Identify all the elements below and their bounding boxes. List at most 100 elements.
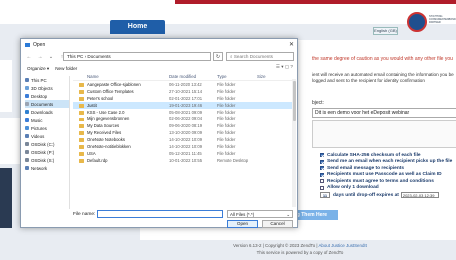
language-selector[interactable]: English (GB): [373, 27, 398, 35]
caution-note: the same degree of caution as you would …: [312, 56, 453, 62]
file-row[interactable]: KSS - Use Case 2.0 05-08-2021 09:09 File f…: [73, 109, 295, 116]
file-name: Mijn gegevensbronnen: [73, 116, 169, 122]
nav-item[interactable]: Downloads: [25, 108, 69, 116]
days-input[interactable]: 11: [320, 192, 330, 198]
nav-item-label: Pictures: [31, 125, 47, 131]
expiry-date-input[interactable]: 2023-02-03 12:39: [400, 192, 439, 198]
nav-item[interactable]: Videos: [25, 132, 69, 140]
file-row[interactable]: Aangepaste Office-sjablonen 06-11-2020 13…: [73, 81, 295, 88]
organize-menu[interactable]: Organize ▾: [27, 66, 49, 72]
notify-pickup-checkbox[interactable]: [320, 159, 324, 164]
file-name: Aangepaste Office-sjablonen: [73, 82, 169, 87]
nav-item-label: Music: [31, 117, 43, 123]
info-text: ient will receive an automated email con…: [312, 72, 454, 83]
nav-item-label: OSDisk (P:): [31, 149, 55, 155]
nav-item[interactable]: Desktop: [25, 92, 69, 100]
scrollbar[interactable]: [292, 79, 296, 207]
file-row[interactable]: OneNote Notebooks 14-10-2022 10:09 File fo…: [73, 136, 295, 143]
file-list: Name Date modified Type Size Aangepaste …: [73, 73, 295, 209]
folder-icon: [79, 131, 84, 136]
file-name: My Data Sources: [73, 123, 169, 129]
scrollbar-thumb[interactable]: [292, 81, 296, 121]
file-row[interactable]: My Received Files 13-10-2020 09:09 File fo…: [73, 129, 295, 136]
folder-icon: [79, 110, 84, 115]
file-name-input[interactable]: [97, 210, 223, 218]
nav-item[interactable]: OSDisk (P:): [25, 148, 69, 156]
folder-icon: [79, 152, 84, 156]
column-date[interactable]: Date modified: [169, 74, 217, 79]
file-type-filter[interactable]: All Files (*.*) ⌄: [227, 210, 293, 218]
message-textarea[interactable]: [312, 120, 456, 148]
search-input[interactable]: ⌕ Search Documents: [226, 52, 294, 61]
subject-input[interactable]: Dit is een demo voor het eDeposit webina…: [312, 108, 456, 118]
recent-chevron-icon[interactable]: ⌄: [48, 54, 54, 60]
file-name: KSS - Use Case 2.0: [73, 110, 169, 115]
folder-icon: [79, 83, 84, 87]
file-type: File folder: [217, 130, 236, 136]
file-row[interactable]: Justit 19-01-2023 19:46 File folder: [73, 101, 295, 109]
new-folder-button[interactable]: New folder: [55, 66, 77, 71]
cancel-button[interactable]: Cancel: [262, 220, 293, 228]
terms-checkbox[interactable]: [320, 179, 324, 184]
file-row[interactable]: Mijn gegevensbronnen 02-06-2022 09:04 File…: [73, 115, 295, 122]
file-date: 19-01-2023 19:46: [169, 102, 203, 108]
home-tab[interactable]: Home: [110, 20, 165, 34]
chevron-down-icon: ⌄: [286, 212, 290, 217]
file-date: 06-11-2020 13:42: [169, 81, 202, 87]
file-type: File folder: [217, 109, 236, 115]
file-date: 05-12-2021 11:45: [169, 150, 202, 156]
close-icon[interactable]: ✕: [289, 41, 294, 48]
file-row[interactable]: My Data Sources 09-06-2020 08:19 File fold…: [73, 122, 295, 129]
file-row[interactable]: Default.rdp 10-01-2022 10:55 Remote Deskto…: [73, 157, 295, 164]
address-bar[interactable]: This PC › Documents: [63, 52, 211, 61]
folder-icon: [79, 138, 84, 143]
option-label: Recipients must use Passcode as well as …: [327, 172, 442, 178]
back-arrow-icon[interactable]: ←: [26, 54, 32, 60]
email-recipients-checkbox[interactable]: [320, 166, 324, 171]
file-row[interactable]: OneNote-notitieblokken 14-10-2022 10:09 Fi…: [73, 143, 295, 150]
file-type: File folder: [217, 150, 236, 156]
file-type: File folder: [217, 137, 236, 143]
option-label: Recipients must agree to terms and condi…: [327, 178, 434, 184]
dialog-titlebar[interactable]: Open ✕: [21, 39, 297, 50]
file-name: Peter's school: [73, 96, 169, 101]
single-download-checkbox[interactable]: [320, 185, 324, 190]
refresh-icon[interactable]: ↻: [213, 52, 223, 61]
nav-item[interactable]: Music: [25, 116, 69, 124]
passcode-checkbox[interactable]: [320, 172, 324, 177]
column-size[interactable]: Size: [257, 74, 287, 79]
forward-arrow-icon[interactable]: →: [37, 54, 43, 60]
file-name-text: OneNote Notebooks: [87, 137, 125, 143]
location-icon: [25, 166, 29, 170]
folder-icon: [79, 103, 84, 108]
view-options-icon[interactable]: ☰ ▾ ▢ ?: [276, 64, 293, 70]
file-name-text: Justit: [87, 102, 97, 108]
nav-item[interactable]: This PC: [25, 76, 69, 84]
option-notify-pickup[interactable]: Send me an email when each recipient pic…: [320, 159, 456, 166]
file-name-text: KSS - Use Case 2.0: [87, 109, 125, 115]
file-name-text: OneNote-notitieblokken: [87, 143, 131, 149]
file-row[interactable]: Peter's school 02-01-2022 17:01 File folde…: [73, 95, 295, 102]
file-type: File folder: [217, 81, 236, 87]
nav-item[interactable]: 3D Objects: [25, 84, 69, 92]
nav-item[interactable]: OSDisk (S:): [25, 156, 69, 164]
location-icon: [25, 126, 29, 130]
file-row[interactable]: Custom Office Templates 27-10-2021 15:14 F…: [73, 88, 295, 95]
column-name[interactable]: Name: [73, 74, 169, 79]
nav-item[interactable]: Documents: [25, 100, 69, 108]
footer-about-link[interactable]: About Justice JustSendIt: [319, 243, 367, 248]
option-passcode[interactable]: Recipients must use Passcode as well as …: [320, 172, 456, 179]
folder-icon: [79, 96, 84, 101]
nav-item[interactable]: Pictures: [25, 124, 69, 132]
file-row[interactable]: USA 05-12-2021 11:45 File folder: [73, 150, 295, 157]
column-type[interactable]: Type: [217, 74, 257, 79]
sha256-checkbox[interactable]: [320, 153, 324, 158]
nav-item[interactable]: OSDisk (C:): [25, 140, 69, 148]
nav-item[interactable]: Network: [25, 164, 69, 172]
file-name-text: Custom Office Templates: [87, 88, 134, 94]
background-window-edge: [0, 168, 12, 228]
location-icon: [25, 94, 29, 98]
nav-item-label: OSDisk (S:): [31, 157, 55, 163]
open-button[interactable]: Open: [227, 220, 258, 228]
header-red-stripe: [175, 0, 456, 4]
